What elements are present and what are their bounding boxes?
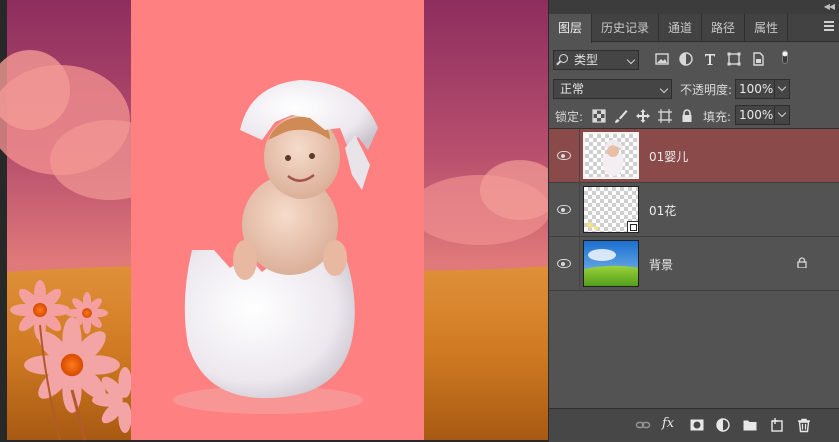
- link-layers-icon[interactable]: [635, 417, 651, 433]
- filter-kind-value: 类型: [574, 53, 599, 67]
- layer-row-flower[interactable]: 01花: [549, 183, 839, 237]
- smartobject-filter-icon[interactable]: [750, 51, 766, 67]
- layers-bottom-bar: fx: [549, 408, 839, 442]
- shape-filter-icon[interactable]: [726, 51, 742, 67]
- eye-icon: [557, 151, 571, 160]
- filter-kind-select[interactable]: 类型: [553, 50, 639, 70]
- document-canvas[interactable]: [0, 0, 548, 442]
- opacity-slider-toggle[interactable]: [774, 79, 790, 99]
- fill-input[interactable]: 100%: [735, 105, 775, 125]
- new-layer-icon[interactable]: [769, 417, 785, 433]
- tab-history[interactable]: 历史记录: [592, 14, 660, 42]
- new-group-icon[interactable]: [742, 417, 758, 433]
- fill-slider-toggle[interactable]: [774, 105, 790, 125]
- layer-visibility-toggle[interactable]: [549, 237, 580, 291]
- search-icon: [559, 54, 568, 63]
- layers-list: 01婴儿 01花 背景: [549, 128, 839, 408]
- layer-visibility-toggle[interactable]: [549, 183, 580, 237]
- layer-visibility-toggle[interactable]: [549, 129, 580, 183]
- layer-name: 01花: [649, 204, 677, 218]
- panel-dock-strip: ◀◀: [549, 0, 839, 14]
- canvas-artwork: [0, 0, 548, 441]
- lock-artboard-icon[interactable]: [657, 108, 673, 124]
- opacity-label: 不透明度:: [680, 83, 733, 97]
- smart-object-badge-icon: [627, 221, 638, 232]
- blend-row: 正常 不透明度: 100%: [549, 73, 839, 101]
- adjustment-filter-icon[interactable]: [678, 51, 694, 67]
- filter-toggle-icon[interactable]: [777, 49, 793, 65]
- landscape-thumbnail: [583, 240, 639, 287]
- layer-filter-row: 类型: [549, 43, 839, 73]
- baby-thumbnail: [583, 132, 639, 179]
- type-filter-icon[interactable]: [702, 51, 718, 67]
- blend-mode-select[interactable]: 正常: [553, 79, 672, 99]
- fill-label: 填充:: [703, 110, 732, 124]
- fx-icon[interactable]: fx: [662, 416, 678, 432]
- add-mask-icon[interactable]: [689, 417, 705, 433]
- collapse-panels-icon[interactable]: ◀◀: [824, 2, 835, 11]
- chevron-down-icon: [626, 55, 636, 65]
- opacity-input[interactable]: 100%: [735, 79, 775, 99]
- layers-panel: ◀◀ 图层 历史记录 通道 路径 属性 类型 正常 不透明度: 100% 锁定:…: [548, 0, 839, 442]
- panel-tabs: 图层 历史记录 通道 路径 属性: [549, 14, 839, 43]
- blend-mode-value: 正常: [560, 82, 585, 96]
- layer-row-background[interactable]: 背景: [549, 237, 839, 291]
- layer-name: 背景: [649, 258, 674, 272]
- adjustment-layer-icon[interactable]: [715, 417, 731, 433]
- chevron-down-icon: [659, 84, 669, 94]
- lock-all-icon[interactable]: [679, 108, 695, 124]
- tab-properties[interactable]: 属性: [745, 14, 789, 42]
- tab-paths[interactable]: 路径: [702, 14, 746, 42]
- eye-icon: [557, 259, 571, 268]
- lock-row: 锁定: 填充: 100%: [549, 101, 839, 128]
- panel-menu-icon[interactable]: [824, 21, 834, 31]
- layer-name: 01婴儿: [649, 150, 689, 164]
- layer-row-baby[interactable]: 01婴儿: [549, 129, 839, 183]
- chevron-down-icon: [777, 82, 787, 92]
- delete-layer-icon[interactable]: [796, 417, 812, 433]
- lock-paint-icon[interactable]: [613, 108, 629, 124]
- flower-thumbnail: [583, 186, 639, 233]
- lock-transparent-icon[interactable]: [591, 108, 607, 124]
- image-filter-icon[interactable]: [654, 51, 670, 67]
- lock-position-icon[interactable]: [635, 108, 651, 124]
- tab-channels[interactable]: 通道: [659, 14, 703, 42]
- lock-icon[interactable]: [797, 257, 807, 268]
- eye-icon: [557, 205, 571, 214]
- chevron-down-icon: [777, 108, 787, 118]
- lock-label: 锁定:: [555, 110, 584, 124]
- tab-layers[interactable]: 图层: [549, 14, 593, 43]
